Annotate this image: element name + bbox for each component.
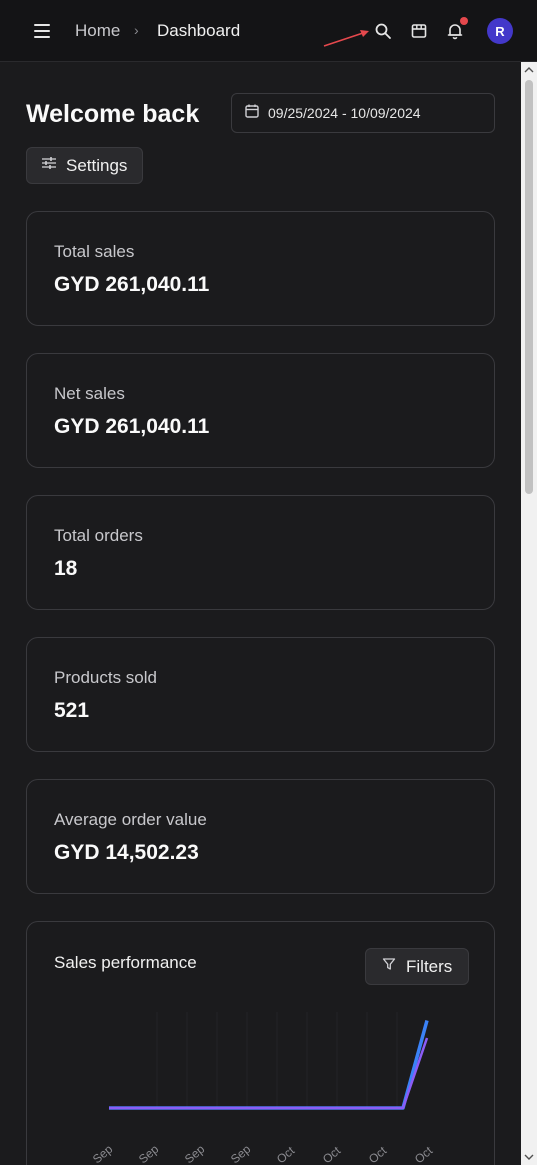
- settings-button[interactable]: Settings: [26, 147, 143, 184]
- scroll-down-icon[interactable]: [521, 1151, 537, 1163]
- top-navigation-bar: Home › Dashboard R: [0, 0, 537, 62]
- stat-label: Total orders: [54, 526, 143, 545]
- sliders-icon: [41, 156, 57, 175]
- stat-label: Total sales: [54, 242, 135, 261]
- store-icon[interactable]: [408, 20, 430, 42]
- sales-performance-chart: Sep Sep Sep Sep Oct Oct Oct Oct: [90, 1012, 436, 1165]
- stat-card-total-sales: Total sales GYD 261,040.11: [26, 211, 495, 326]
- filters-button[interactable]: Filters: [365, 948, 469, 985]
- stat-value: 18: [54, 557, 78, 580]
- scrollbar[interactable]: [521, 62, 537, 1165]
- breadcrumb-separator: ›: [134, 22, 139, 38]
- stat-label: Net sales: [54, 384, 125, 403]
- x-tick-label: Sep: [136, 1142, 162, 1165]
- breadcrumb-current: Dashboard: [157, 21, 241, 40]
- notification-badge: [460, 17, 468, 25]
- x-tick-label: Oct: [366, 1143, 390, 1165]
- settings-label: Settings: [66, 155, 128, 175]
- stat-card-net-sales: Net sales GYD 261,040.11: [26, 353, 495, 468]
- chart-title: Sales performance: [54, 953, 197, 972]
- stat-card-average-order-value: Average order value GYD 14,502.23: [26, 779, 495, 894]
- scroll-up-icon[interactable]: [521, 64, 537, 76]
- stat-card-products-sold: Products sold 521: [26, 637, 495, 752]
- avatar[interactable]: R: [487, 18, 513, 44]
- calendar-icon: [244, 103, 260, 124]
- filters-label: Filters: [406, 956, 453, 976]
- x-tick-label: Oct: [274, 1143, 298, 1165]
- stat-value: 521: [54, 699, 90, 722]
- breadcrumb-home[interactable]: Home: [75, 21, 120, 41]
- stat-label: Products sold: [54, 668, 157, 687]
- x-tick-label: Sep: [90, 1142, 116, 1165]
- scrollbar-thumb[interactable]: [525, 80, 533, 494]
- stat-label: Average order value: [54, 810, 207, 829]
- stat-value: GYD 261,040.11: [54, 415, 210, 438]
- menu-icon[interactable]: [30, 20, 54, 42]
- filter-icon: [382, 957, 396, 976]
- x-tick-label: Oct: [412, 1143, 436, 1165]
- x-tick-label: Oct: [320, 1143, 344, 1165]
- x-tick-label: Sep: [228, 1142, 254, 1165]
- page-title: Welcome back: [26, 100, 200, 128]
- date-range-picker[interactable]: 09/25/2024 - 10/09/2024: [231, 93, 495, 133]
- date-range-text: 09/25/2024 - 10/09/2024: [268, 105, 421, 121]
- sales-performance-card: Sales performance Filters Sep Sep Sep Sep Oc…: [26, 921, 495, 1165]
- search-icon[interactable]: [372, 20, 394, 42]
- annotation-arrow: [323, 30, 369, 47]
- stat-card-total-orders: Total orders 18: [26, 495, 495, 610]
- stat-value: GYD 261,040.11: [54, 273, 210, 296]
- stat-value: GYD 14,502.23: [54, 841, 199, 864]
- x-tick-label: Sep: [182, 1142, 208, 1165]
